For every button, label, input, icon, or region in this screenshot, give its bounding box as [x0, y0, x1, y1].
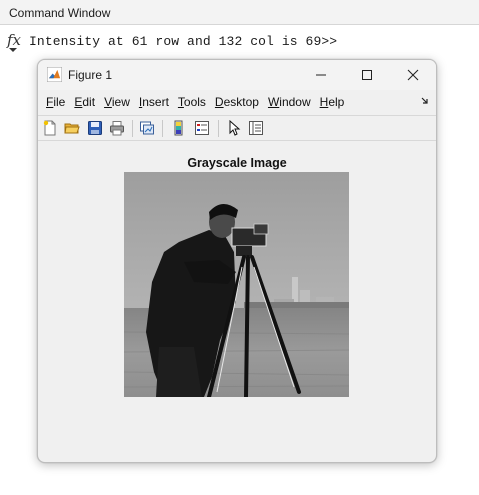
command-window-header: Command Window	[0, 0, 479, 25]
figure-window[interactable]: Figure 1 File Edit View Insert Tools Des…	[37, 59, 437, 463]
legend-icon[interactable]	[194, 120, 210, 136]
close-icon	[407, 69, 419, 81]
menu-desktop[interactable]: Desktop	[215, 95, 259, 109]
close-button[interactable]	[390, 60, 436, 90]
command-line[interactable]: fx Intensity at 61 row and 132 col is 69…	[7, 31, 338, 52]
fx-icon[interactable]: fx	[7, 31, 21, 52]
menu-file[interactable]: File	[46, 95, 65, 109]
maximize-icon	[362, 70, 372, 80]
minimize-button[interactable]	[298, 60, 344, 90]
menu-edit[interactable]: Edit	[74, 95, 95, 109]
menu-help[interactable]: Help	[320, 95, 345, 109]
toolbar-separator	[162, 120, 163, 137]
figure-titlebar[interactable]: Figure 1	[38, 60, 436, 90]
new-figure-icon[interactable]	[42, 120, 58, 136]
menu-view[interactable]: View	[104, 95, 130, 109]
pointer-icon[interactable]	[226, 120, 242, 136]
command-output: Intensity at 61 row and 132 col is 69>>	[29, 33, 338, 49]
menu-window[interactable]: Window	[268, 95, 311, 109]
menu-tools[interactable]: Tools	[178, 95, 206, 109]
arrow-icon[interactable]	[420, 96, 430, 106]
link-plot-icon[interactable]	[139, 120, 155, 136]
property-inspector-icon[interactable]	[248, 120, 264, 136]
maximize-button[interactable]	[344, 60, 390, 90]
command-window-title: Command Window	[9, 6, 111, 20]
open-icon[interactable]	[64, 120, 80, 136]
axes-title: Grayscale Image	[187, 156, 287, 170]
save-icon[interactable]	[87, 120, 103, 136]
colorbar-icon[interactable]	[171, 120, 187, 136]
matlab-logo-icon	[47, 67, 62, 82]
figure-title: Figure 1	[68, 68, 113, 82]
menu-bar: File Edit View Insert Tools Desktop Wind…	[38, 90, 436, 114]
grayscale-image[interactable]	[124, 172, 349, 397]
print-icon[interactable]	[109, 120, 125, 136]
toolbar-separator	[218, 120, 219, 137]
figure-toolbar	[38, 115, 436, 141]
toolbar-separator	[132, 120, 133, 137]
menu-insert[interactable]: Insert	[139, 95, 169, 109]
minimize-icon	[316, 74, 326, 76]
